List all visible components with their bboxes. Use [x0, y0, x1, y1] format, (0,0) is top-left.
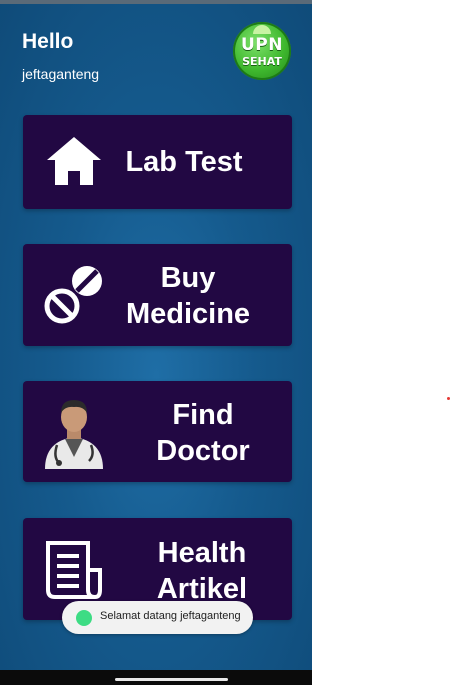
home-gesture-handle[interactable]: [115, 678, 228, 681]
greeting-title: Hello: [22, 30, 74, 53]
lab-test-button[interactable]: Lab Test: [23, 115, 292, 209]
find-doctor-label: Find Doctor: [156, 399, 250, 467]
logo-text-upn: UPN: [241, 35, 283, 55]
health-artikel-label: Health Artikel: [156, 537, 248, 605]
find-doctor-button[interactable]: Find Doctor: [23, 381, 292, 482]
android-icon: [76, 610, 92, 626]
leaf-icon: [253, 25, 271, 34]
doctor-icon: [45, 400, 103, 469]
welcome-toast: Selamat datang jeftaganteng: [62, 601, 253, 634]
home-icon: [47, 137, 101, 185]
article-icon: [46, 541, 102, 599]
toast-message: Selamat datang jeftaganteng: [100, 610, 241, 622]
buy-medicine-label: Buy Medicine: [125, 262, 251, 330]
status-bar: [0, 0, 312, 4]
app-logo: UPN SEHAT: [233, 22, 291, 80]
red-dot-marker: [447, 397, 450, 400]
buy-medicine-button[interactable]: Buy Medicine: [23, 244, 292, 346]
pill-icon: [44, 266, 102, 324]
logo-text-sehat: SEHAT: [242, 55, 282, 68]
app-screen: Hello jeftaganteng UPN SEHAT Lab Test Bu…: [0, 0, 312, 685]
lab-test-label: Lab Test: [125, 146, 243, 178]
navigation-bar: [0, 670, 312, 685]
username-label: jeftaganteng: [22, 66, 100, 82]
